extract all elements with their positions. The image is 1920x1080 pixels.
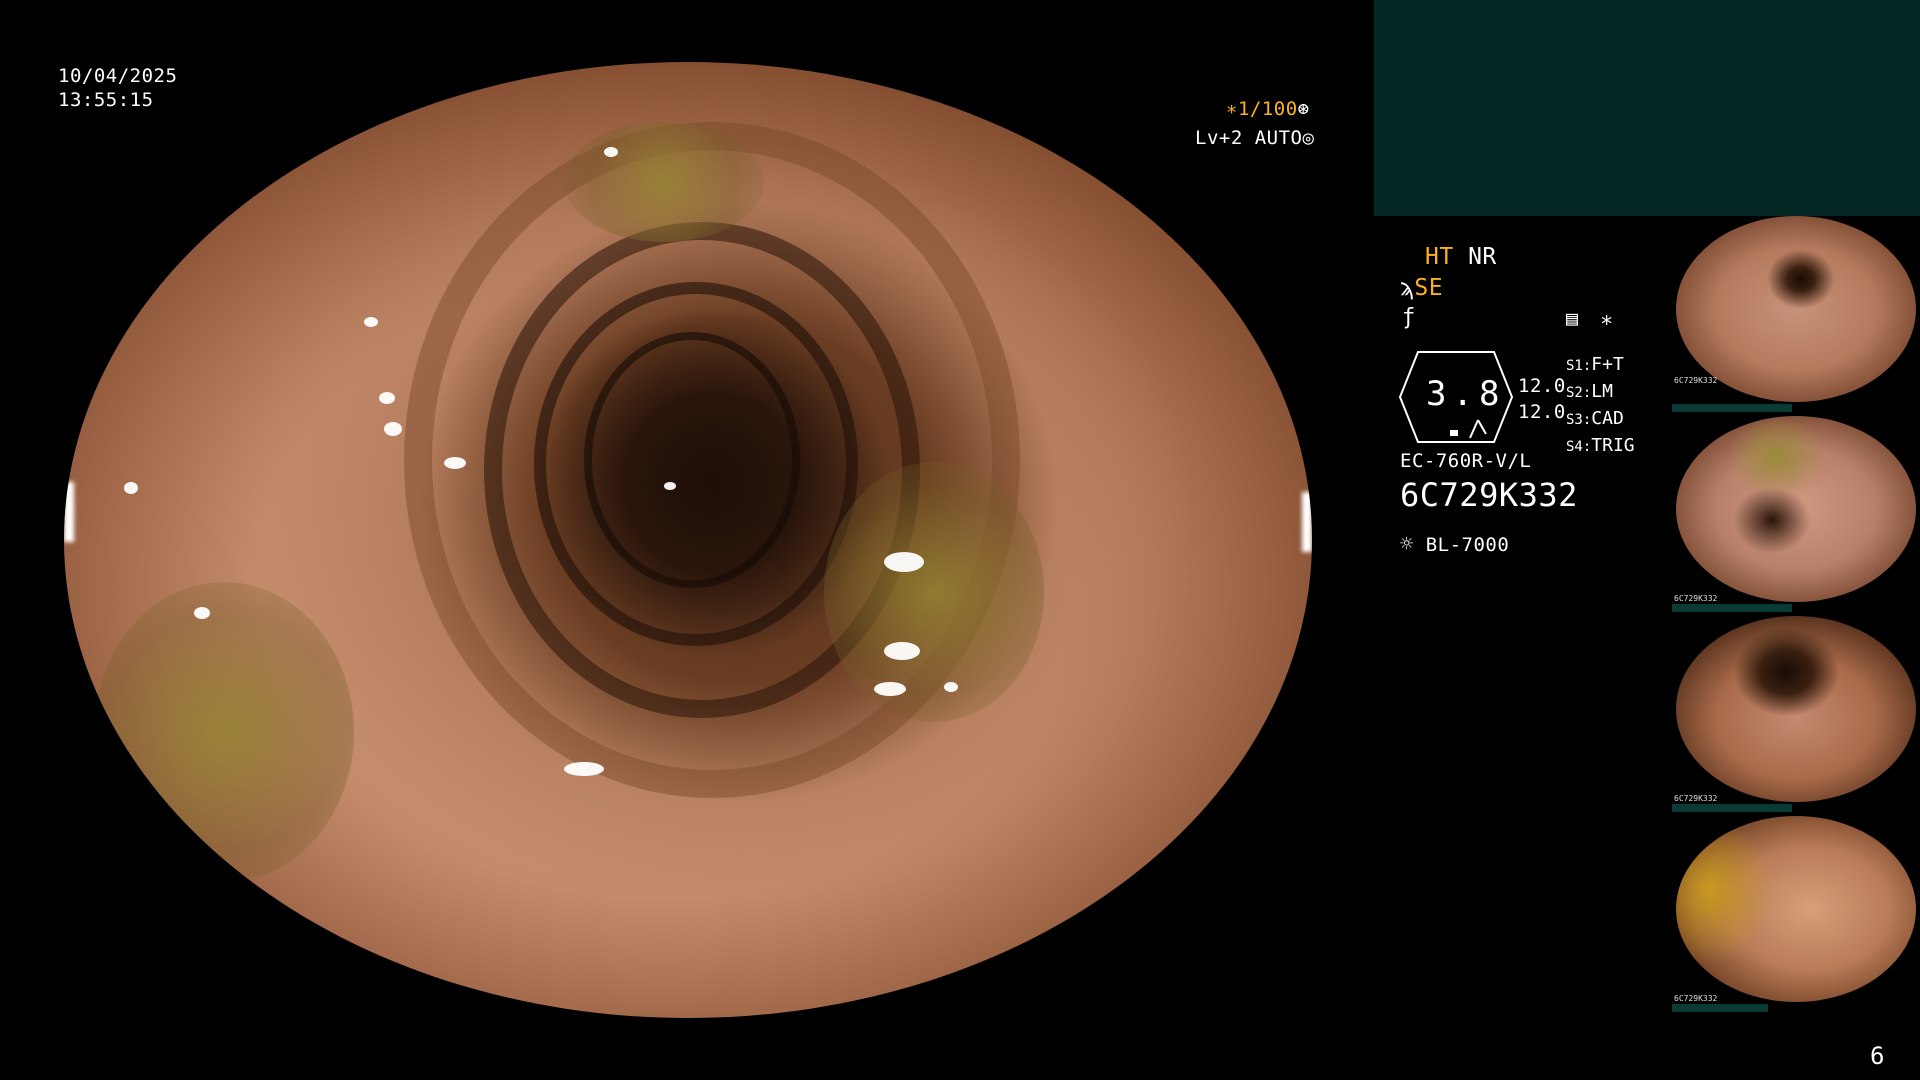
light-source-text: BL-7000 xyxy=(1425,534,1510,556)
sun-icon: ☼ xyxy=(1400,532,1414,557)
edge-flare xyxy=(64,482,74,542)
light-reflection xyxy=(124,482,138,494)
aperture-icon: ⊛ xyxy=(1297,98,1310,120)
light-reflection xyxy=(884,642,920,660)
mode-value: AUTO xyxy=(1254,127,1303,149)
switch-item: S3:CAD xyxy=(1566,408,1624,429)
light-reflection xyxy=(874,682,906,696)
scope-model: EC-760R-V/L xyxy=(1400,450,1532,472)
light-reflection xyxy=(444,457,466,469)
light-reflection xyxy=(194,607,210,619)
light-reflection xyxy=(944,682,958,692)
scope-serial: 6C729K332 xyxy=(1400,476,1578,514)
light-reflection xyxy=(384,422,402,436)
iris-icon: ◎ xyxy=(1302,127,1315,149)
thumbnail[interactable]: 6C729K332 xyxy=(1672,416,1920,612)
se-label: SE xyxy=(1414,275,1444,301)
time-text: 13:55:15 xyxy=(58,89,154,111)
endoscope-view xyxy=(64,62,1312,1018)
light-reflection xyxy=(379,392,395,404)
color-mode-icon: ƒ xyxy=(1402,305,1416,330)
star-indicator: ∗ xyxy=(1600,308,1614,333)
switch-item: S1:F+T xyxy=(1566,354,1624,375)
thumbnail[interactable]: 6C729K332 xyxy=(1672,216,1920,412)
thumbnail[interactable]: 6C729K332 xyxy=(1672,616,1920,812)
switch-item: S4:TRIG xyxy=(1566,435,1635,456)
memory-icon: ▤ xyxy=(1566,306,1579,330)
switch-list: S1:F+T S2:LM S3:CAD S4:TRIG xyxy=(1566,352,1635,460)
se-status: ϡSE xyxy=(1400,275,1443,301)
light-reflection xyxy=(564,762,604,776)
setting-values: 12.0 12.0 xyxy=(1518,373,1566,425)
ht-label: HT xyxy=(1425,244,1454,270)
shutter-indicator: ∗1/100⊛ xyxy=(1226,98,1310,120)
level-indicator: Lv+2 AUTO◎ xyxy=(1195,127,1314,149)
timestamp: 10/04/2025 13:55:15 xyxy=(58,64,177,112)
switch-item: S2:LM xyxy=(1566,381,1613,402)
light-reflection xyxy=(884,552,924,572)
residue xyxy=(824,462,1044,722)
page-number: 6 xyxy=(1870,1042,1885,1070)
residue xyxy=(94,582,354,882)
mucosal-fold xyxy=(584,332,800,588)
light-reflection xyxy=(664,482,676,490)
level-value: Lv+2 xyxy=(1195,127,1243,149)
shutter-value: ∗1/100 xyxy=(1226,98,1298,120)
thumbnail[interactable]: 6C729K332 xyxy=(1672,816,1920,1012)
structure-icon: ϡ xyxy=(1400,275,1415,301)
setting-value-1: 12.0 xyxy=(1518,375,1566,397)
setting-value-2: 12.0 xyxy=(1518,401,1566,423)
light-source: ☼ BL-7000 xyxy=(1400,532,1509,557)
pressure-value: 3.8 xyxy=(1426,374,1506,414)
ht-nr-status: HT NR xyxy=(1425,244,1497,270)
info-panel xyxy=(1374,0,1920,216)
residue xyxy=(564,122,764,242)
edge-flare xyxy=(1302,492,1312,552)
light-reflection xyxy=(604,147,618,157)
date-text: 10/04/2025 xyxy=(58,65,178,87)
nr-label: NR xyxy=(1468,244,1497,270)
light-reflection xyxy=(364,317,378,327)
